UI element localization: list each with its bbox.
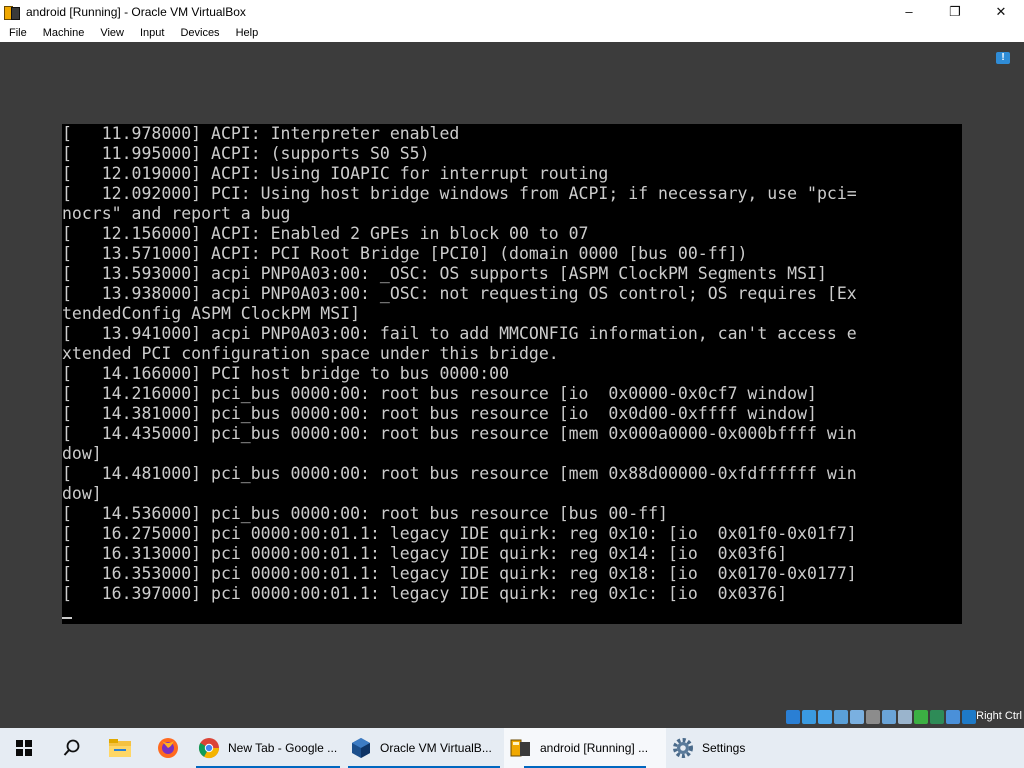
window-title: android [Running] - Oracle VM VirtualBox (26, 4, 246, 19)
taskbar-app-virtualbox[interactable]: Oracle VM VirtualB... (344, 728, 504, 768)
console-line: [ 11.978000] ACPI: Interpreter enabled (62, 124, 460, 143)
status-icons (786, 710, 976, 724)
firefox-icon (158, 738, 178, 758)
file-explorer-button[interactable] (96, 728, 144, 768)
text-cursor (62, 617, 72, 619)
console-line: tendedConfig ASPM ClockPM MSI] (62, 304, 361, 323)
console-line: [ 13.941000] acpi PNP0A03:00: fail to ad… (62, 324, 857, 343)
minimize-button[interactable]: – (886, 0, 932, 23)
window-controls: – ❐ ✕ (886, 0, 1024, 23)
taskbar-app-chrome[interactable]: New Tab - Google ... (192, 728, 344, 768)
console-line: [ 11.995000] ACPI: (supports S0 S5) (62, 144, 430, 163)
notification-icon[interactable]: ! (996, 52, 1010, 64)
close-button[interactable]: ✕ (978, 0, 1024, 23)
console-line: [ 16.313000] pci 0000:00:01.1: legacy ID… (62, 544, 788, 563)
console-line: nocrs" and report a bug (62, 204, 291, 223)
usb-icon[interactable] (850, 710, 864, 724)
recording-icon[interactable] (914, 710, 928, 724)
console-line: [ 14.381000] pci_bus 0000:00: root bus r… (62, 404, 817, 423)
shared-folders-icon[interactable] (866, 710, 880, 724)
taskbar-app-android-vm[interactable]: android [Running] ... (504, 728, 666, 768)
console-line: [ 13.938000] acpi PNP0A03:00: _OSC: not … (62, 284, 857, 303)
vm-statusbar: Right Ctrl (0, 707, 1024, 728)
start-button[interactable] (0, 728, 48, 768)
menu-file[interactable]: File (0, 27, 34, 39)
taskbar-app-label: Settings (702, 741, 746, 755)
maximize-button[interactable]: ❐ (932, 0, 978, 23)
chrome-icon (198, 738, 220, 759)
menu-view[interactable]: View (91, 27, 131, 39)
network-icon[interactable] (834, 710, 848, 724)
console-line: [ 14.435000] pci_bus 0000:00: root bus r… (62, 424, 857, 443)
console-line: [ 14.536000] pci_bus 0000:00: root bus r… (62, 504, 668, 523)
taskbar-app-settings[interactable]: Settings (666, 728, 818, 768)
console-line: [ 14.166000] PCI host bridge to bus 0000… (62, 364, 510, 383)
settings-icon (673, 738, 693, 758)
menubar: File Machine View Input Devices Help (0, 23, 1024, 42)
console-line: [ 16.275000] pci 0000:00:01.1: legacy ID… (62, 524, 857, 543)
window-titlebar[interactable]: android [Running] - Oracle VM VirtualBox… (0, 0, 1024, 23)
console-line: [ 16.353000] pci 0000:00:01.1: legacy ID… (62, 564, 857, 583)
keyboard-icon[interactable] (962, 710, 976, 724)
console-line: [ 12.092000] PCI: Using host bridge wind… (62, 184, 857, 203)
search-icon (63, 739, 80, 756)
menu-devices[interactable]: Devices (171, 27, 226, 39)
console-line: [ 14.216000] pci_bus 0000:00: root bus r… (62, 384, 817, 403)
console-line: [ 14.481000] pci_bus 0000:00: root bus r… (62, 464, 857, 483)
hard-disk-icon[interactable] (786, 710, 800, 724)
optical-drive-icon[interactable] (802, 710, 816, 724)
console-line: dow] (62, 484, 102, 503)
firefox-button[interactable] (144, 728, 192, 768)
file-explorer-icon (109, 739, 131, 757)
display-icon[interactable] (882, 710, 896, 724)
video-capture-icon[interactable] (898, 710, 912, 724)
cpu-icon[interactable] (930, 710, 944, 724)
taskbar: New Tab - Google ... Oracle VM VirtualB.… (0, 728, 1024, 768)
host-key-label[interactable]: Right Ctrl (976, 710, 1022, 722)
virtualbox-app-icon (4, 4, 20, 20)
vm-running-icon (510, 739, 530, 757)
vm-console-screen[interactable]: [ 11.978000] ACPI: Interpreter enabled[ … (62, 124, 962, 624)
console-line: [ 12.019000] ACPI: Using IOAPIC for inte… (62, 164, 609, 183)
windows-start-icon (16, 740, 32, 756)
taskbar-app-label: Oracle VM VirtualB... (380, 741, 492, 755)
menu-help[interactable]: Help (227, 27, 266, 39)
menu-input[interactable]: Input (131, 27, 171, 39)
virtualbox-icon (352, 738, 370, 758)
menu-machine[interactable]: Machine (34, 27, 92, 39)
console-line: [ 16.397000] pci 0000:00:01.1: legacy ID… (62, 584, 788, 603)
console-line: dow] (62, 444, 102, 463)
taskbar-app-label: android [Running] ... (540, 741, 649, 755)
taskbar-app-label: New Tab - Google ... (228, 741, 338, 755)
search-button[interactable] (48, 728, 96, 768)
mouse-integration-icon[interactable] (946, 710, 960, 724)
console-line: [ 12.156000] ACPI: Enabled 2 GPEs in blo… (62, 224, 589, 243)
console-line: [ 13.593000] acpi PNP0A03:00: _OSC: OS s… (62, 264, 827, 283)
audio-icon[interactable] (818, 710, 832, 724)
console-line: xtended PCI configuration space under th… (62, 344, 559, 363)
console-output: [ 11.978000] ACPI: Interpreter enabled[ … (62, 124, 857, 604)
console-line: [ 13.571000] ACPI: PCI Root Bridge [PCI0… (62, 244, 748, 263)
